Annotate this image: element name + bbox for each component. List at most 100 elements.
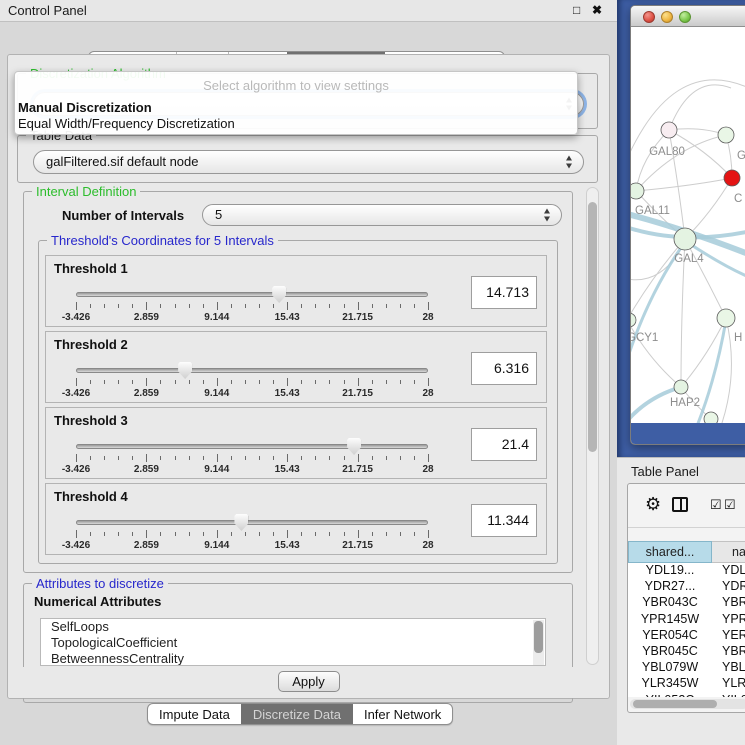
threshold-value-field[interactable]: 21.4: [471, 428, 537, 461]
column-header-shared[interactable]: shared...: [628, 541, 712, 563]
table-panel: Table Panel ⚙ ☑ ☑ shared... na YDL19...Y…: [617, 457, 745, 745]
network-node[interactable]: [674, 228, 696, 250]
settings-scrollbar-thumb[interactable]: [588, 202, 597, 452]
threshold-slider[interactable]: -3.4262.8599.14415.4321.71528: [76, 516, 428, 546]
tick-label: 28: [422, 464, 433, 475]
numerical-attributes-list[interactable]: SelfLoopsTopologicalCoefficientBetweenne…: [40, 618, 546, 666]
threshold-value-field[interactable]: 6.316: [471, 352, 537, 385]
threshold-block: Threshold 4-3.4262.8599.14415.4321.71528…: [45, 483, 547, 555]
tick-mark: [104, 380, 105, 384]
network-node[interactable]: [718, 127, 734, 143]
table-row[interactable]: YBR043CYBR0: [628, 595, 745, 611]
table-rows: YDL19...YDL1YDR27...YDR2YBR043CYBR0YPR14…: [628, 563, 745, 697]
network-node-label: HAP2: [670, 397, 700, 409]
column-header-name[interactable]: na: [712, 541, 745, 563]
threshold-label: Threshold 3: [54, 413, 128, 428]
checkbox-icon[interactable]: ☑: [724, 497, 736, 513]
network-node[interactable]: [704, 412, 718, 423]
cyni-toolbox-panel: Discretization Algorithm Select algorith…: [7, 54, 610, 699]
tick-mark: [231, 532, 232, 536]
attribute-list-item[interactable]: SelfLoops: [41, 619, 545, 635]
cyni-bottom-tabs: Impute DataDiscretize DataInfer Network: [147, 703, 453, 725]
table-row[interactable]: YIL052CYIL0: [628, 693, 745, 698]
tick-label: 28: [422, 540, 433, 551]
table-row[interactable]: YER054CYER0: [628, 628, 745, 644]
table-row[interactable]: YDL19...YDL1: [628, 563, 745, 579]
table-row[interactable]: YBR045CYBR0: [628, 644, 745, 660]
tick-mark: [90, 456, 91, 460]
thresholds-group-title: Threshold's Coordinates for 5 Intervals: [47, 233, 278, 248]
slider-handle[interactable]: [347, 438, 361, 455]
threshold-value-field[interactable]: 14.713: [471, 276, 537, 309]
network-node[interactable]: [661, 122, 677, 138]
tick-mark: [344, 304, 345, 308]
tab-impute-data[interactable]: Impute Data: [148, 704, 241, 724]
tick-label: -3.426: [62, 388, 90, 399]
zoom-light-icon[interactable]: [679, 11, 691, 23]
number-of-intervals-label: Number of Intervals: [62, 208, 184, 223]
list-scrollbar-thumb[interactable]: [534, 621, 543, 653]
table-row[interactable]: YDR27...YDR2: [628, 579, 745, 595]
close-icon[interactable]: ✖: [592, 3, 602, 17]
list-scrollbar[interactable]: [533, 620, 544, 666]
tick-mark: [245, 380, 246, 384]
threshold-label: Threshold 1: [54, 261, 128, 276]
table-header-row: shared... na: [628, 541, 745, 563]
tick-mark: [175, 456, 176, 460]
tab-infer-network[interactable]: Infer Network: [352, 704, 452, 724]
network-edge: [636, 130, 669, 191]
threshold-slider[interactable]: -3.4262.8599.14415.4321.71528: [76, 440, 428, 470]
gear-icon[interactable]: ⚙: [645, 494, 661, 515]
tick-mark: [287, 530, 288, 538]
close-light-icon[interactable]: [643, 11, 655, 23]
network-node[interactable]: [717, 309, 735, 327]
network-node[interactable]: [631, 313, 636, 327]
threshold-slider[interactable]: -3.4262.8599.14415.4321.71528: [76, 364, 428, 394]
attributes-group-title: Attributes to discretize: [32, 576, 168, 591]
tick-mark: [400, 304, 401, 308]
attribute-list-item[interactable]: BetweennessCentrality: [41, 651, 545, 666]
tick-mark: [146, 302, 147, 310]
network-node[interactable]: [674, 380, 688, 394]
settings-scrollbar[interactable]: [586, 187, 599, 665]
slider-handle[interactable]: [272, 286, 286, 303]
threshold-value-field[interactable]: 11.344: [471, 504, 537, 537]
tick-mark: [428, 378, 429, 386]
table-row[interactable]: YPR145WYPR1: [628, 612, 745, 628]
slider-track: [76, 368, 428, 373]
table-cell-name: YDR2: [712, 579, 745, 595]
thresholds-group: Threshold's Coordinates for 5 Intervals …: [38, 240, 558, 564]
tick-mark: [259, 380, 260, 384]
control-panel: Control Panel □ ✖ NetworkStyleSelectCyni…: [0, 0, 617, 745]
split-column-icon[interactable]: [672, 497, 688, 512]
slider-track: [76, 444, 428, 449]
network-node[interactable]: [631, 183, 644, 199]
tick-mark: [203, 304, 204, 308]
table-data-combobox[interactable]: galFiltered.sif default node: [33, 150, 584, 174]
network-window-titlebar[interactable]: [631, 6, 745, 27]
slider-handle[interactable]: [178, 362, 192, 379]
table-row[interactable]: YBL079WYBL0: [628, 660, 745, 676]
minimize-light-icon[interactable]: [661, 11, 673, 23]
tick-mark: [428, 530, 429, 538]
attribute-list-item[interactable]: TopologicalCoefficient: [41, 635, 545, 651]
network-node[interactable]: [724, 170, 740, 186]
network-canvas[interactable]: GAL80GACGAL11GAL4GCY1HHAP2: [631, 28, 745, 423]
table-cell-shared-name: YBR043C: [628, 595, 712, 611]
threshold-slider[interactable]: -3.4262.8599.14415.4321.71528: [76, 288, 428, 318]
table-hscrollbar[interactable]: [630, 699, 745, 709]
popup-item-equal-width-frequency[interactable]: Equal Width/Frequency Discretization: [18, 116, 235, 131]
apply-button[interactable]: Apply: [278, 671, 340, 692]
slider-handle[interactable]: [234, 514, 248, 531]
tick-mark: [372, 304, 373, 308]
tick-mark: [203, 456, 204, 460]
number-of-intervals-combobox[interactable]: 5: [202, 204, 562, 226]
popup-item-manual-discretization[interactable]: Manual Discretization: [18, 100, 152, 115]
table-row[interactable]: YLR345WYLR3: [628, 676, 745, 692]
tab-discretize-data[interactable]: Discretize Data: [241, 704, 352, 724]
checkbox-icon[interactable]: ☑: [710, 497, 722, 513]
float-window-icon[interactable]: □: [573, 3, 580, 17]
table-hscrollbar-thumb[interactable]: [633, 700, 717, 708]
tick-mark: [315, 304, 316, 308]
tick-label: 2.859: [134, 464, 159, 475]
